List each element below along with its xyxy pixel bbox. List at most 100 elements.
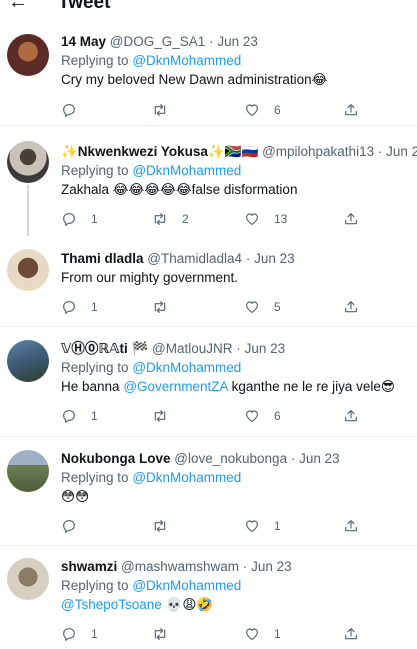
replying-to: Replying to @DknMohammed	[61, 162, 241, 180]
reply-button[interactable]	[61, 102, 91, 118]
tweet[interactable]: Nokubonga Love @love_nokubonga · Jun 23 …	[0, 438, 417, 546]
replying-to: Replying to @DknMohammed	[61, 52, 241, 70]
reply-count: 1	[91, 212, 98, 226]
replying-to-label: Replying to	[61, 53, 129, 68]
reply-button[interactable]: 1	[61, 299, 98, 315]
avatar[interactable]	[7, 141, 49, 183]
tweet-header: shwamzi @mashwamshwam · Jun 23	[61, 558, 292, 576]
like-count: 6	[274, 103, 281, 117]
tweet[interactable]: shwamzi @mashwamshwam · Jun 23 Replying …	[0, 547, 417, 649]
avatar[interactable]	[7, 558, 49, 600]
author-name[interactable]: Thami dladla	[61, 251, 144, 266]
avatar[interactable]	[7, 249, 49, 291]
heart-icon	[246, 520, 258, 532]
tweet-date[interactable]: Jun 23	[299, 451, 340, 466]
tweet-date[interactable]: Jun 2	[386, 144, 417, 159]
avatar[interactable]	[7, 34, 49, 76]
retweet-icon	[154, 213, 166, 225]
tweet-text-suffix: kganthe ne le re jiya vele😎	[227, 379, 395, 394]
separator-dot: ·	[209, 34, 214, 49]
separator-dot: ·	[242, 559, 248, 574]
tweet-text-suffix: 💀😩🤣	[161, 597, 214, 612]
replying-to-mention[interactable]: @DknMohammed	[132, 360, 241, 375]
tweet-header: ✨Nkwenkwezi Yokusa✨🇿🇦🇷🇺 @mpilohpakathi13…	[61, 143, 417, 161]
share-icon	[345, 410, 357, 422]
author-name[interactable]: 14 May	[61, 34, 106, 49]
tweet-date[interactable]: Jun 23	[245, 341, 286, 356]
author-handle[interactable]: @mpilohpakathi13	[262, 144, 374, 159]
avatar[interactable]	[7, 450, 49, 492]
tweet-actions: 1 1	[0, 626, 417, 644]
like-count: 1	[274, 519, 281, 533]
author-name[interactable]: Nokubonga Love	[61, 451, 171, 466]
reply-icon	[63, 104, 75, 117]
tweet-text-prefix: He banna	[61, 379, 124, 394]
retweet-button[interactable]: 2	[152, 211, 189, 227]
author-name[interactable]: shwamzi	[61, 559, 117, 574]
reply-count: 1	[91, 300, 98, 314]
like-button[interactable]: 1	[244, 626, 281, 642]
replying-to: Replying to @DknMohammed	[61, 359, 241, 377]
tweet-actions: 1	[0, 518, 417, 536]
like-count: 13	[274, 212, 288, 226]
replying-to-mention[interactable]: @DknMohammed	[132, 53, 241, 68]
author-name[interactable]: ✨Nkwenkwezi Yokusa✨🇿🇦🇷🇺	[61, 144, 258, 159]
author-handle[interactable]: @MatlouJNR	[152, 341, 232, 356]
retweet-button[interactable]	[152, 408, 182, 424]
reply-count: 1	[91, 409, 98, 423]
retweet-icon	[154, 410, 166, 422]
tweet[interactable]: 14 May @DOG_G_SA1 · Jun 23 Replying to @…	[0, 14, 417, 126]
mention-link[interactable]: @TshepoTsoane	[61, 597, 162, 612]
top-bar: ← Tweet	[0, 0, 417, 14]
tweet-date[interactable]: Jun 23	[254, 251, 295, 266]
retweet-count: 2	[182, 212, 189, 226]
reply-button[interactable]	[61, 518, 91, 534]
share-icon	[345, 104, 357, 116]
separator-dot: ·	[245, 251, 251, 266]
like-button[interactable]: 1	[244, 518, 281, 534]
like-button[interactable]: 6	[244, 102, 281, 118]
mention-link[interactable]: @GovernmentZA	[123, 379, 228, 394]
share-button[interactable]	[343, 518, 359, 534]
share-button[interactable]	[343, 211, 359, 227]
avatar[interactable]	[7, 340, 49, 382]
replying-to-mention[interactable]: @DknMohammed	[132, 163, 241, 178]
separator-dot: ·	[236, 341, 241, 356]
author-name[interactable]: 𝕍Ⓗ⓪ℝ𝔸ti 🏁	[61, 341, 148, 356]
share-button[interactable]	[343, 408, 359, 424]
like-button[interactable]: 5	[244, 299, 281, 315]
author-handle[interactable]: @mashwamshwam	[121, 559, 239, 574]
tweet-header: 14 May @DOG_G_SA1 · Jun 23	[61, 33, 258, 51]
tweet-text: 😳😳	[61, 489, 90, 504]
separator-dot: ·	[377, 144, 383, 159]
replying-to-mention[interactable]: @DknMohammed	[132, 578, 241, 593]
share-button[interactable]	[343, 299, 359, 315]
tweet[interactable]: Thami dladla @Thamidladla4 · Jun 23 From…	[0, 236, 417, 327]
replying-to-mention[interactable]: @DknMohammed	[132, 470, 241, 485]
like-count: 6	[274, 409, 281, 423]
page-title: Tweet	[58, 0, 111, 13]
like-button[interactable]: 6	[244, 408, 281, 424]
author-handle[interactable]: @Thamidladla4	[147, 251, 242, 266]
arrow-left-icon[interactable]: ←	[8, 0, 28, 12]
author-handle[interactable]: @love_nokubonga	[174, 451, 287, 466]
share-button[interactable]	[343, 626, 359, 642]
reply-count: 1	[91, 627, 98, 641]
tweet[interactable]: ✨Nkwenkwezi Yokusa✨🇿🇦🇷🇺 @mpilohpakathi13…	[0, 127, 417, 236]
like-button[interactable]: 13	[244, 211, 287, 227]
heart-icon	[246, 213, 258, 225]
reply-button[interactable]: 1	[61, 211, 98, 227]
retweet-button[interactable]	[152, 102, 182, 118]
tweet-date[interactable]: Jun 23	[251, 559, 292, 574]
retweet-button[interactable]	[152, 518, 182, 534]
tweet-text: From our mighty government.	[61, 270, 239, 285]
tweet-date[interactable]: Jun 23	[217, 34, 258, 49]
retweet-button[interactable]	[152, 626, 182, 642]
reply-button[interactable]: 1	[61, 408, 98, 424]
replying-to-label: Replying to	[61, 163, 129, 178]
tweet[interactable]: 𝕍Ⓗ⓪ℝ𝔸ti 🏁 @MatlouJNR · Jun 23 Replying t…	[0, 328, 417, 437]
reply-button[interactable]: 1	[61, 626, 98, 642]
share-button[interactable]	[343, 102, 359, 118]
retweet-button[interactable]	[152, 299, 182, 315]
author-handle[interactable]: @DOG_G_SA1	[110, 34, 206, 49]
